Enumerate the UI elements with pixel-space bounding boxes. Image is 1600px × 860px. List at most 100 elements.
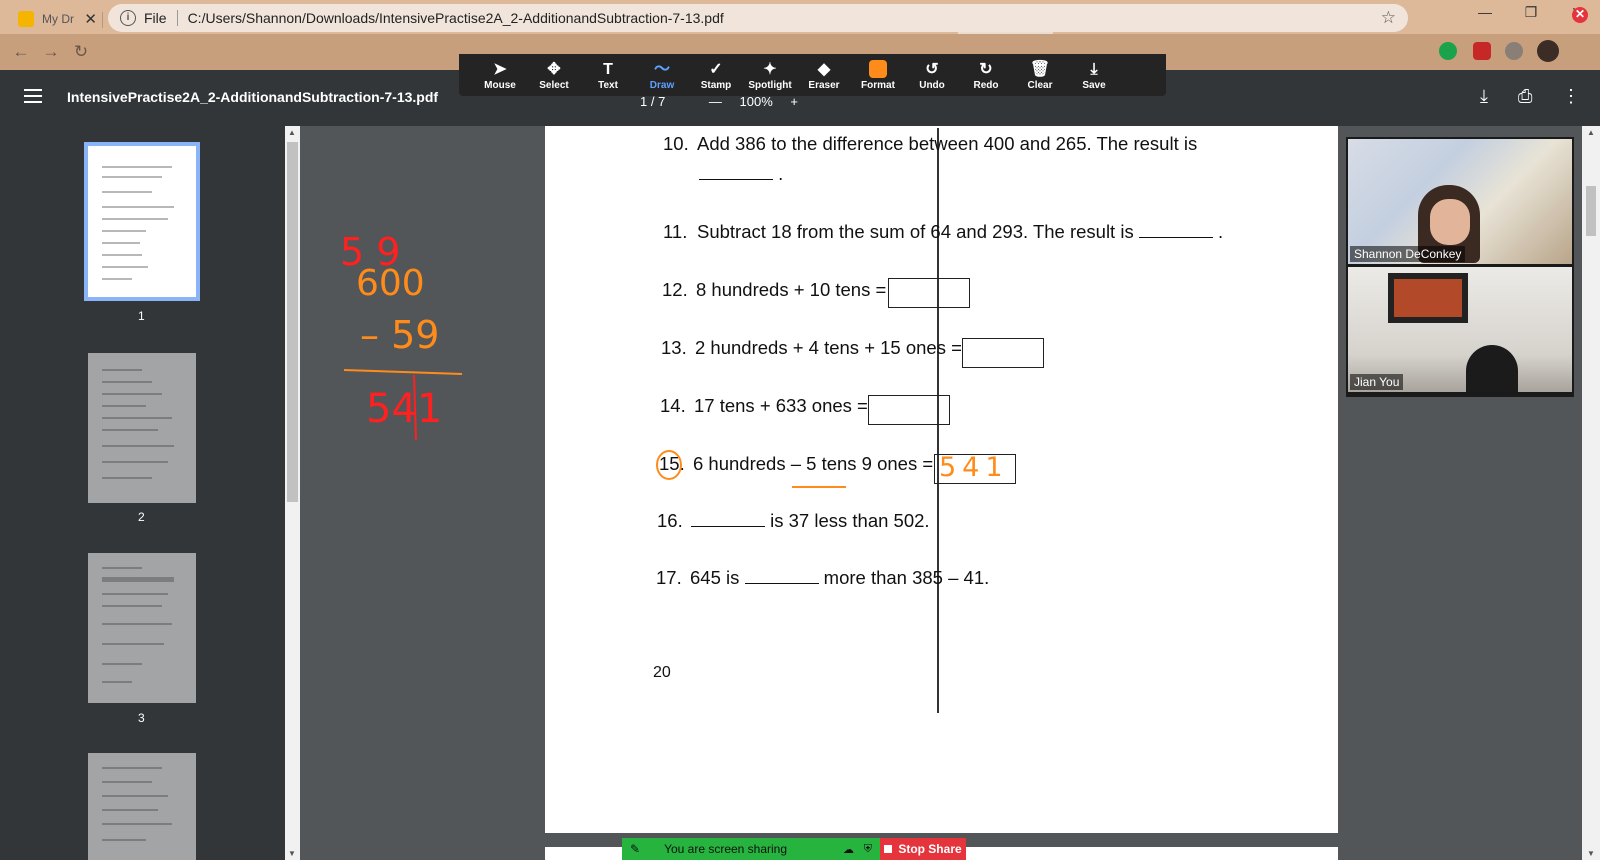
back-icon[interactable]: ←: [6, 42, 36, 62]
tool-undo-button[interactable]: ↺ Undo: [905, 60, 959, 91]
tool-label: Stamp: [700, 79, 732, 91]
download-icon[interactable]: ⤓: [1480, 86, 1488, 107]
url-text: C:/Users/Shannon/Downloads/IntensivePrac…: [187, 10, 724, 26]
tab-title: My Dr: [42, 12, 74, 26]
question-12: 12. 8 hundreds + 10 tens =: [662, 279, 887, 300]
cursor-arrow-icon: ➤: [493, 60, 507, 78]
extension-green-icon[interactable]: [1439, 42, 1457, 60]
stop-share-label: Stop Share: [898, 842, 962, 856]
tool-label: Redo: [973, 79, 999, 91]
tool-label: Clear: [1027, 79, 1053, 91]
scratch-orange-sub: – 59: [360, 313, 439, 357]
wall-picture: [1388, 273, 1468, 323]
eraser-icon: ◆: [817, 60, 831, 78]
tab-close-icon[interactable]: ✕: [84, 10, 97, 28]
tool-draw-button[interactable]: 〜 Draw: [635, 60, 689, 91]
tool-label: Text: [598, 79, 618, 91]
handwritten-answer-15: 541: [939, 452, 1009, 483]
question-14: 14. 17 tens + 633 ones =: [660, 395, 868, 416]
stop-square-icon: [884, 845, 893, 853]
url-separator: [176, 10, 178, 26]
tool-label: Eraser: [808, 79, 840, 91]
zoom-in-icon[interactable]: +: [790, 94, 798, 109]
question-16: 16. is 37 less than 502.: [657, 510, 930, 531]
tool-label: Undo: [919, 79, 945, 91]
text-icon: T: [603, 60, 613, 78]
video-tile-shannon[interactable]: Shannon DeConkey: [1348, 139, 1572, 264]
tool-spotlight-button[interactable]: ✦ Spotlight: [743, 60, 797, 91]
tool-text-button[interactable]: T Text: [581, 60, 635, 91]
video-gallery: Shannon DeConkey Jian You: [1346, 137, 1574, 397]
thumbnail-label: 2: [138, 510, 145, 524]
browser-tab[interactable]: My Dr ✕: [8, 4, 103, 34]
participant-face: [1430, 199, 1470, 245]
tool-label: Save: [1082, 79, 1106, 91]
redo-icon: ↻: [979, 60, 993, 78]
tool-label: Format: [861, 79, 895, 91]
answer-box-12[interactable]: [888, 278, 970, 308]
participant-name: Shannon DeConkey: [1350, 246, 1466, 262]
restore-icon[interactable]: ❐: [1508, 4, 1554, 21]
scratch-red-result: 541: [366, 386, 442, 432]
thumbnail-page-4[interactable]: [88, 753, 196, 860]
tool-label: Select: [539, 79, 569, 91]
menu-icon[interactable]: [24, 89, 42, 103]
question-10-blank: .: [699, 163, 783, 185]
participant-silhouette: [1466, 345, 1518, 392]
question-10: 10. Add 386 to the difference between 400…: [663, 133, 1198, 154]
url-field[interactable]: i File C:/Users/Shannon/Downloads/Intens…: [108, 4, 1408, 32]
tool-label: Draw: [649, 79, 675, 91]
participant-name: Jian You: [1350, 374, 1404, 390]
zoom-level[interactable]: 100%: [740, 94, 773, 109]
tool-select-button[interactable]: ✥ Select: [527, 60, 581, 91]
google-drive-icon: [18, 11, 34, 27]
thumbnail-page-2[interactable]: [88, 353, 196, 503]
page-number[interactable]: 1 / 7: [640, 94, 665, 109]
profile-avatar[interactable]: [1537, 40, 1559, 62]
scratch-underline: [343, 369, 463, 375]
extension-puzzle-icon[interactable]: [1505, 42, 1523, 60]
tool-clear-button[interactable]: 🗑 Clear: [1013, 60, 1067, 91]
move-icon: ✥: [547, 60, 561, 78]
save-download-icon: ⤓: [1090, 60, 1098, 78]
question-15: 15. 6 hundreds – 5 tens 9 ones =: [659, 453, 934, 474]
zoom-out-icon[interactable]: —: [709, 94, 722, 109]
sidebar-scrollbar[interactable]: ▲ ▼: [285, 126, 300, 860]
spotlight-wand-icon: ✦: [763, 60, 777, 78]
circle-annotation: [656, 450, 682, 480]
bookmark-star-icon[interactable]: ☆: [1381, 8, 1396, 28]
print-icon[interactable]: ⎙: [1518, 86, 1532, 107]
shield-icon: ⛨: [863, 842, 872, 855]
video-tile-jian[interactable]: Jian You: [1348, 267, 1572, 392]
answer-box-13[interactable]: [962, 338, 1044, 368]
tool-redo-button[interactable]: ↻ Redo: [959, 60, 1013, 91]
annotation-close-icon[interactable]: ✕: [1572, 7, 1588, 23]
document-scrollbar[interactable]: ▲ ▼: [1582, 126, 1600, 860]
format-swatch-icon: [851, 59, 905, 80]
thumbnail-page-1[interactable]: [84, 142, 200, 301]
forward-icon[interactable]: →: [36, 42, 66, 62]
thumbnail-label: 1: [138, 309, 145, 323]
tool-save-button[interactable]: ⤓ Save: [1067, 60, 1121, 91]
ublock-icon[interactable]: [1473, 42, 1491, 60]
answer-box-14[interactable]: [868, 395, 950, 425]
tool-eraser-button[interactable]: ◆ Eraser: [797, 60, 851, 91]
scratch-orange-top: 600: [356, 263, 425, 304]
page-indicator: 1 / 7 — 100% +: [640, 94, 798, 109]
reload-icon[interactable]: ↻: [66, 42, 96, 62]
underline-annotation: [792, 486, 846, 488]
thumbnail-page-3[interactable]: [88, 553, 196, 703]
checkmark-icon: ✓: [709, 60, 723, 78]
tool-mouse-button[interactable]: ➤ Mouse: [473, 60, 527, 91]
more-options-icon[interactable]: ⋮: [1562, 86, 1580, 107]
trash-icon: 🗑: [1029, 60, 1051, 78]
question-11: 11. Subtract 18 from the sum of 64 and 29…: [663, 221, 1224, 242]
minimize-icon[interactable]: —: [1462, 4, 1508, 20]
pdf-file-title: IntensivePractise2A_2-AdditionandSubtrac…: [67, 89, 439, 105]
drag-handle-icon[interactable]: ✎: [630, 842, 640, 856]
tool-stamp-button[interactable]: ✓ Stamp: [689, 60, 743, 91]
tool-format-button[interactable]: Format: [851, 59, 905, 91]
info-icon[interactable]: i: [120, 10, 136, 26]
sharing-status-text: You are screen sharing: [664, 842, 788, 856]
stop-share-button[interactable]: Stop Share: [880, 838, 966, 860]
